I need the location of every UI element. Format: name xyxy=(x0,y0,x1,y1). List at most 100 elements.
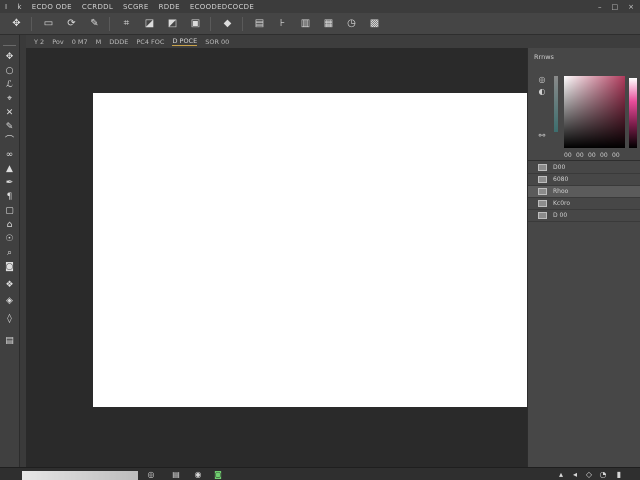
layer-thumbnail xyxy=(538,212,547,219)
globe-icon[interactable]: ◉ xyxy=(193,470,203,480)
clock-icon[interactable]: ◷ xyxy=(345,17,358,30)
pen-icon[interactable]: ✒ xyxy=(3,177,16,189)
canvas-workspace[interactable] xyxy=(26,48,527,467)
wifi-icon[interactable]: ◔ xyxy=(598,470,608,480)
document-canvas[interactable] xyxy=(93,93,527,407)
option-2[interactable]: Pov xyxy=(52,38,64,46)
crop-tool-icon[interactable]: ⌖ xyxy=(3,93,16,105)
ellipse-select-icon[interactable]: ○ xyxy=(3,65,16,77)
rotate-icon[interactable]: ⟳ xyxy=(65,17,78,30)
up-arrow-icon[interactable]: ▴ xyxy=(556,470,566,480)
levels-icon[interactable]: ⊦ xyxy=(276,17,289,30)
wand-icon[interactable]: ✎ xyxy=(88,17,101,30)
settings-icon[interactable]: ▦ xyxy=(322,17,335,30)
layer-row[interactable]: D00 xyxy=(528,162,640,174)
extra-tools-icon[interactable]: ▤ xyxy=(3,335,16,347)
menu-item-5[interactable]: SCGRE xyxy=(118,3,154,11)
maximize-button[interactable]: □ xyxy=(612,3,619,11)
toolbar-divider xyxy=(242,16,243,31)
layer-row[interactable]: 6080 xyxy=(528,174,640,186)
hue-slider[interactable] xyxy=(554,76,558,132)
foreground-color-icon[interactable]: ◙ xyxy=(3,261,16,273)
status-bar: ◎ ▤ ◉ ◙ ▴ ◂ ◇ ◔ ▮ xyxy=(0,467,640,480)
brush-icon[interactable]: ✎ xyxy=(3,121,16,133)
battery-icon[interactable]: ▮ xyxy=(614,470,624,480)
top-toolbar: ✥ ▭ ⟳ ✎ ⌗ ◪ ◩ ▣ ◆ ▤ ⊦ ▥ ▦ ◷ ▩ xyxy=(0,13,640,35)
crop-icon[interactable]: ⌗ xyxy=(120,17,133,30)
swatch-readout-1: 00 xyxy=(564,152,572,159)
tools-panel: ✥ ○ ℒ ⌖ ✕ ✎ ⌒ ∞ ▲ ✒ ¶ ▢ ⌂ ☉ ⌕ ◙ ❖ ◈ ◊ ▤ xyxy=(0,35,20,467)
close-button[interactable]: × xyxy=(628,3,634,11)
menu-item-1[interactable]: I xyxy=(0,3,12,11)
image-icon[interactable]: ◎ xyxy=(146,470,156,480)
option-8[interactable]: SOR 00 xyxy=(205,38,229,46)
document-icon[interactable]: ▤ xyxy=(171,470,181,480)
screen-mode-icon[interactable]: ◊ xyxy=(3,313,16,325)
type-icon[interactable]: ¶ xyxy=(3,191,16,203)
network-icon[interactable]: ◇ xyxy=(584,470,594,480)
path-select-icon[interactable]: ▢ xyxy=(3,205,16,217)
options-bar-right xyxy=(527,35,640,48)
stamp-icon[interactable]: ◩ xyxy=(166,17,179,30)
color-panel: Rrnws ◎ ◐ ⚯ 00 00 00 00 00 D00 6080 Rhoo xyxy=(527,48,640,467)
heal-icon[interactable]: ✕ xyxy=(3,107,16,119)
dodge-icon[interactable]: ▲ xyxy=(3,163,16,175)
speaker-icon[interactable]: ◂ xyxy=(570,470,580,480)
option-7-active[interactable]: D POCE xyxy=(172,37,198,46)
green-status-icon[interactable]: ◙ xyxy=(213,470,223,480)
panel-divider xyxy=(528,160,640,161)
menu-item-6[interactable]: RDDE xyxy=(154,3,185,11)
layer-row[interactable]: Kc0ro xyxy=(528,198,640,210)
layer-label: D 00 xyxy=(553,212,568,219)
menu-item-3[interactable]: ECDO ODE xyxy=(27,3,77,11)
layers-list: D00 6080 Rhoo Kc0ro D 00 xyxy=(528,162,640,222)
lasso-icon[interactable]: ℒ xyxy=(3,79,16,91)
new-document-icon[interactable]: ▭ xyxy=(42,17,55,30)
zoom-icon[interactable]: ⌕ xyxy=(3,247,16,259)
gradient-icon[interactable]: ∞ xyxy=(3,149,16,161)
swatch-readout-4: 00 xyxy=(600,152,608,159)
menu-item-7[interactable]: ECOODEDCOCDE xyxy=(185,3,259,11)
transform-icon[interactable]: ▤ xyxy=(253,17,266,30)
menu-item-4[interactable]: CCRDDL xyxy=(77,3,118,11)
options-bar: Y 2 Pov 0 M7 M DDDE PC4 FOC D POCE SOR 0… xyxy=(26,35,527,48)
eraser-icon[interactable]: ⌒ xyxy=(3,135,16,147)
histogram-icon[interactable]: ▥ xyxy=(299,17,312,30)
layer-thumbnail xyxy=(538,200,547,207)
link-icon[interactable]: ⚯ xyxy=(536,130,548,142)
move-icon[interactable]: ✥ xyxy=(10,17,23,30)
layer-thumbnail xyxy=(538,176,547,183)
menu-bar: I k ECDO ODE CCRDDL SCGRE RDDE ECOODEDCO… xyxy=(0,0,640,13)
toolbar-divider xyxy=(210,16,211,31)
option-3[interactable]: 0 M7 xyxy=(72,38,88,46)
color-picker-field[interactable] xyxy=(564,76,625,148)
panel-title: Rrnws xyxy=(534,53,554,61)
option-6[interactable]: PC4 FOC xyxy=(136,38,164,46)
frame-icon[interactable]: ▣ xyxy=(189,17,202,30)
minimize-button[interactable]: – xyxy=(598,3,602,11)
layer-thumbnail xyxy=(538,164,547,171)
swatch-readout-3: 00 xyxy=(588,152,596,159)
tag-icon[interactable]: ◪ xyxy=(143,17,156,30)
grid-icon[interactable]: ▩ xyxy=(368,17,381,30)
layer-row[interactable]: D 00 xyxy=(528,210,640,222)
text-icon[interactable]: ◆ xyxy=(221,17,234,30)
editor-window: I k ECDO ODE CCRDDL SCGRE RDDE ECOODEDCO… xyxy=(0,0,640,480)
menu-item-2[interactable]: k xyxy=(12,3,26,11)
move-tool-icon[interactable]: ✥ xyxy=(3,51,16,63)
color-mode-icon[interactable]: ◎ xyxy=(536,74,548,86)
mask-icon[interactable]: ❖ xyxy=(3,279,16,291)
quick-mask-icon[interactable]: ◈ xyxy=(3,295,16,307)
swatch-readout-5: 00 xyxy=(612,152,620,159)
color-spectrum-bar[interactable] xyxy=(629,78,637,148)
shape-icon[interactable]: ⌂ xyxy=(3,219,16,231)
layer-row-selected[interactable]: Rhoo xyxy=(528,186,640,198)
swatch-icon[interactable]: ◐ xyxy=(536,86,548,98)
option-4[interactable]: M xyxy=(96,38,102,46)
option-5[interactable]: DDDE xyxy=(109,38,128,46)
hand-icon[interactable]: ☉ xyxy=(3,233,16,245)
layer-label: Rhoo xyxy=(553,188,569,195)
toolbox-collapse-handle[interactable] xyxy=(3,45,16,49)
option-1[interactable]: Y 2 xyxy=(34,38,44,46)
layer-label: D00 xyxy=(553,164,566,171)
